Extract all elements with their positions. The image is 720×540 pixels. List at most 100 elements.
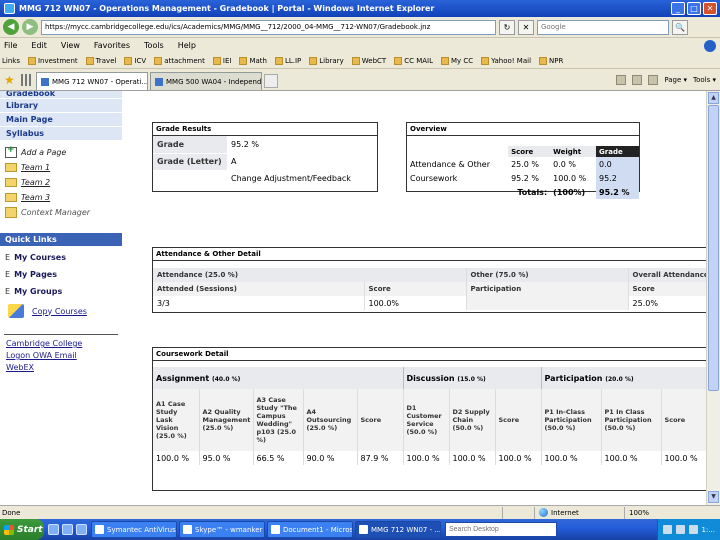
link-icon (212, 56, 221, 65)
tray-icon[interactable] (662, 525, 672, 534)
link-icon (85, 56, 94, 65)
col-a4: A4 Outsourcing (25.0 %) (303, 389, 358, 451)
sidebar-item-syllabus[interactable]: Syllabus (0, 127, 122, 141)
sidebar-item-team-2[interactable]: Team 2 (0, 175, 122, 190)
link-item[interactable]: Yahoo! Mail (481, 56, 531, 65)
coursework-detail-title: Coursework Detail (153, 348, 706, 361)
link-icon (351, 56, 360, 65)
quick-launch-icon[interactable] (48, 524, 59, 535)
table-row: Coursework 95.2 % 100.0 % 95.2 (407, 171, 639, 185)
sidebar-item-library[interactable]: Library (0, 99, 122, 113)
scroll-thumb[interactable] (708, 105, 719, 391)
tab-independent[interactable]: MMG 500 WA04 - Independen... (150, 72, 262, 90)
page-menu[interactable]: Page ▾ (664, 76, 687, 84)
clock: 1:... (701, 525, 716, 534)
link-item[interactable]: WebCT (351, 56, 386, 65)
link-item[interactable]: Investment (27, 56, 78, 65)
menu-view[interactable]: View (61, 41, 80, 50)
quick-links-header: Quick Links (0, 233, 122, 246)
desktop-search-input[interactable] (445, 522, 557, 537)
overview-title: Overview (407, 123, 639, 136)
forward-button[interactable]: ▶ (22, 19, 38, 35)
quick-tabs-icon[interactable] (21, 74, 33, 86)
copy-courses-link[interactable]: Copy Courses (0, 300, 122, 322)
search-input[interactable] (537, 19, 669, 35)
link-icon (539, 56, 548, 65)
stop-button[interactable]: ✕ (518, 19, 534, 35)
col-a1: A1 Case Study Lask Vision (25.0 %) (153, 389, 200, 451)
security-zone: Internet (534, 506, 624, 519)
taskbar: Start Symantec AntiVirus - ... Skype™ - … (0, 519, 720, 540)
quick-link-my-groups[interactable]: E My Groups (0, 283, 122, 300)
link-logon-owa-email[interactable]: Logon OWA Email (0, 350, 122, 362)
sidebar-item-team-3[interactable]: Team 3 (0, 190, 122, 205)
menu-tools[interactable]: Tools (144, 41, 164, 50)
task-skype[interactable]: Skype™ - wmanker (179, 521, 265, 538)
tray-icon[interactable] (688, 525, 698, 534)
link-item[interactable]: CC MAIL (394, 56, 433, 65)
link-item[interactable]: Travel (85, 56, 116, 65)
link-item[interactable]: IEI (212, 56, 231, 65)
sidebar-item-team-1[interactable]: Team 1 (0, 160, 122, 175)
quick-link-my-pages[interactable]: E My Pages (0, 266, 122, 283)
link-item[interactable]: NPR (539, 56, 563, 65)
vertical-scrollbar[interactable]: ▲ ▼ (706, 91, 720, 505)
menu-help[interactable]: Help (178, 41, 196, 50)
quick-launch-icon[interactable] (62, 524, 73, 535)
menu-favorites[interactable]: Favorites (94, 41, 130, 50)
coursework-group-row: Assignment (40.0 %) Discussion (15.0 %) … (153, 367, 706, 389)
task-icon (271, 525, 280, 534)
new-tab-button[interactable] (264, 74, 278, 88)
quick-launch-icon[interactable] (76, 524, 87, 535)
scroll-down-icon[interactable]: ▼ (708, 491, 719, 503)
close-button[interactable]: ✕ (703, 2, 717, 15)
scroll-up-icon[interactable]: ▲ (708, 92, 719, 104)
refresh-button[interactable]: ↻ (499, 19, 515, 35)
change-adjustment-link[interactable]: Change Adjustment/Feedback (227, 170, 377, 187)
col-p1b: P1 In Class Participation (50.0 %) (601, 389, 662, 451)
context-manager-icon (5, 207, 17, 218)
tab-favicon (155, 77, 163, 86)
task-document[interactable]: Document1 - Microsof... (267, 521, 353, 538)
add-page-link[interactable]: Add a Page (0, 145, 122, 160)
coursework-detail-panel: Coursework Detail Assignment (40.0 %) Di… (152, 347, 706, 491)
col-d1: D1 Customer Service (50.0 %) (403, 389, 450, 451)
link-item[interactable]: Math (239, 56, 267, 65)
home-icon[interactable] (616, 75, 627, 85)
link-webex[interactable]: WebEX (0, 362, 122, 374)
feeds-icon[interactable] (632, 75, 643, 85)
link-cambridge-college[interactable]: Cambridge College (0, 338, 122, 350)
link-icon (27, 56, 36, 65)
link-item[interactable]: My CC (440, 56, 473, 65)
task-ie[interactable]: MMG 712 WN07 - ... (355, 521, 441, 538)
task-symantec[interactable]: Symantec AntiVirus - ... (91, 521, 177, 538)
link-item[interactable]: ICV (124, 56, 146, 65)
search-go-button[interactable]: 🔍 (672, 19, 688, 35)
tab-gradebook[interactable]: MMG 712 WN07 - Operati... x (36, 72, 148, 90)
menu-file[interactable]: File (4, 41, 17, 50)
print-icon[interactable] (648, 75, 659, 85)
back-button[interactable]: ◀ (3, 19, 19, 35)
menu-edit[interactable]: Edit (31, 41, 47, 50)
minimize-button[interactable]: _ (671, 2, 685, 15)
quick-link-my-courses[interactable]: E My Courses (0, 249, 122, 266)
url-input[interactable] (41, 19, 496, 35)
link-item[interactable]: attachment (154, 56, 205, 65)
tools-menu[interactable]: Tools ▾ (693, 76, 716, 84)
sidebar-item-main-page[interactable]: Main Page (0, 113, 122, 127)
link-item[interactable]: Library (309, 56, 344, 65)
zoom-level[interactable]: 100% (624, 506, 653, 519)
link-item[interactable]: LL.IP (274, 56, 301, 65)
grade-letter-value: A (231, 157, 237, 166)
context-manager-link[interactable]: Context Manager (0, 205, 122, 220)
grade-label: Grade (153, 136, 227, 154)
start-button[interactable]: Start (0, 519, 44, 540)
col-assignment-score: Score (357, 389, 404, 451)
favorites-star-icon[interactable]: ★ (4, 73, 18, 87)
attendance-col-row: Attended (Sessions) Score Participation … (153, 282, 706, 296)
sidebar-item-gradebook[interactable]: Gradebook (0, 91, 122, 99)
window-title-bar[interactable]: MMG 712 WN07 - Operations Management - G… (0, 0, 720, 17)
assignment-group-header: Assignment (40.0 %) (153, 367, 404, 389)
tray-icon[interactable] (675, 525, 685, 534)
maximize-button[interactable]: □ (687, 2, 701, 15)
